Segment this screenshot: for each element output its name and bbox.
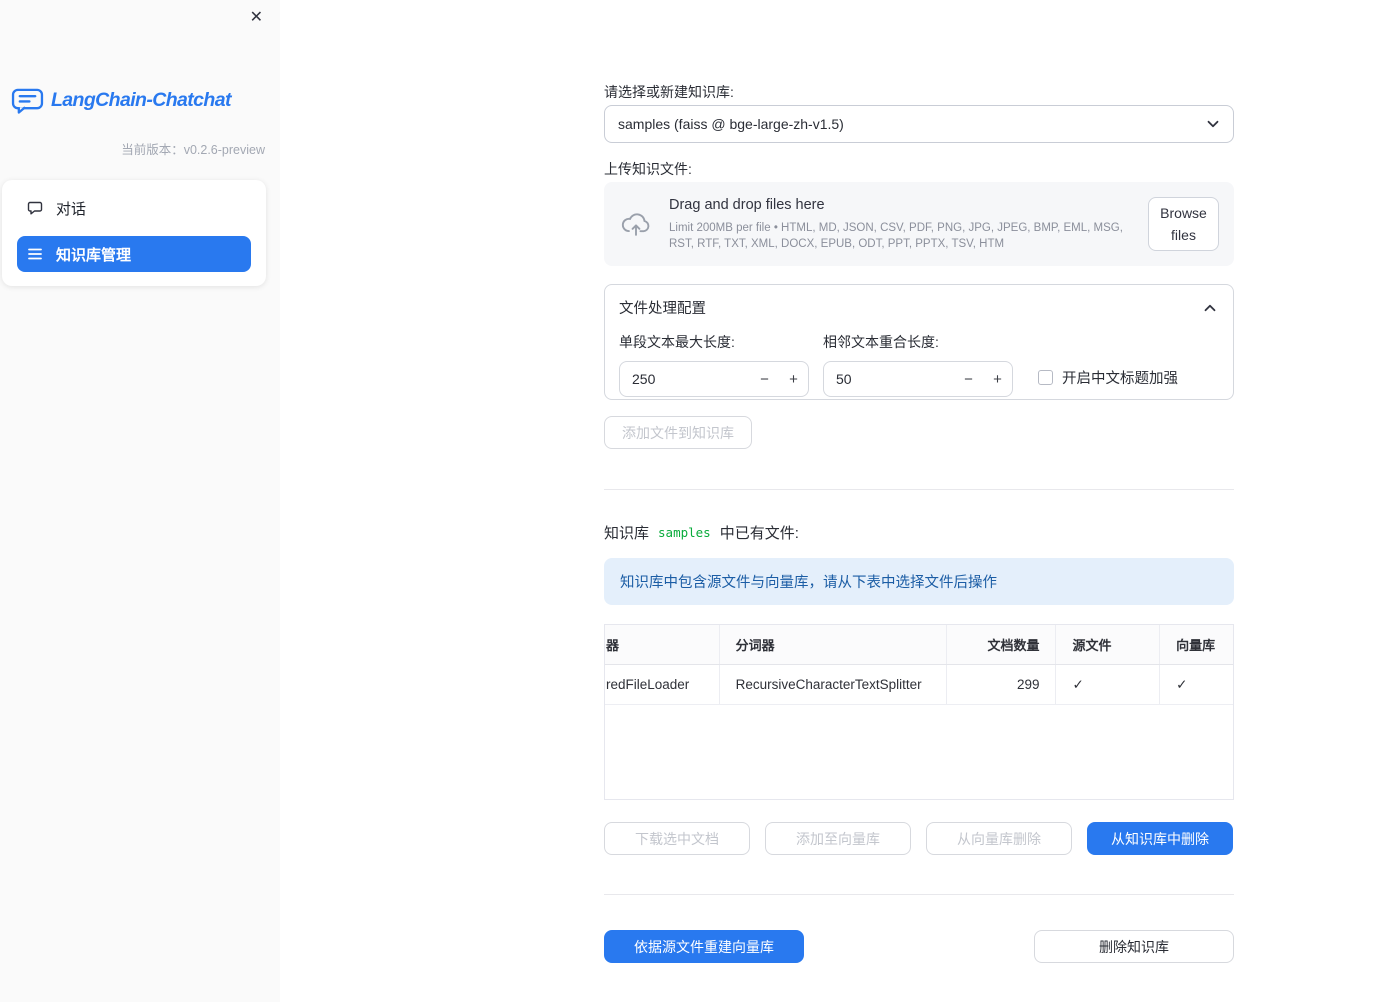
decrement-button[interactable]: − xyxy=(954,362,983,396)
file-config-expander: 文件处理配置 单段文本最大长度: 250 − + 相邻文本重合长度: 50 − … xyxy=(604,284,1234,400)
download-selected-button[interactable]: 下载选中文档 xyxy=(604,822,750,855)
app-logo: LangChain-Chatchat xyxy=(11,87,231,114)
rebuild-vector-store-button[interactable]: 依据源文件重建向量库 xyxy=(604,930,804,963)
add-files-to-kb-button[interactable]: 添加文件到知识库 xyxy=(604,416,752,449)
divider xyxy=(604,894,1234,895)
sidebar-item-knowledge-base[interactable]: 知识库管理 xyxy=(17,236,251,272)
add-to-vector-store-button[interactable]: 添加至向量库 xyxy=(765,822,911,855)
sidebar-close-button[interactable]: ✕ xyxy=(247,7,266,29)
table-header-row: 器 分词器 文档数量 源文件 向量库 xyxy=(605,625,1233,665)
sidebar-menu: 对话 知识库管理 xyxy=(2,180,266,286)
logo-chat-icon xyxy=(11,87,44,114)
file-dropzone[interactable]: Drag and drop files here Limit 200MB per… xyxy=(604,182,1234,266)
chat-bubble-icon xyxy=(27,200,43,216)
cell-doc-count[interactable]: 299 xyxy=(947,665,1057,704)
table-row[interactable]: redFileLoader RecursiveCharacterTextSpli… xyxy=(605,665,1233,705)
app-logo-text: LangChain-Chatchat xyxy=(51,89,231,111)
sidebar-item-dialogue[interactable]: 对话 xyxy=(17,190,251,226)
chunk-size-stepper[interactable]: 250 − + xyxy=(619,361,809,397)
kb-select[interactable]: samples (faiss @ bge-large-zh-v1.5) xyxy=(604,105,1234,143)
overlap-size-value: 50 xyxy=(836,371,852,387)
kb-name-code: samples xyxy=(658,525,711,540)
sidebar-item-label: 知识库管理 xyxy=(56,246,132,264)
overlap-size-label: 相邻文本重合长度: xyxy=(823,334,939,350)
chevron-up-icon xyxy=(1201,299,1219,317)
checkbox-label: 开启中文标题加强 xyxy=(1062,371,1178,387)
column-header-doc-count[interactable]: 文档数量 xyxy=(947,625,1057,664)
dropzone-text: Drag and drop files here Limit 200MB per… xyxy=(669,197,1132,252)
version-label: 当前版本：v0.2.6-preview xyxy=(121,143,265,157)
expander-title: 文件处理配置 xyxy=(619,301,706,317)
column-header-source-file[interactable]: 源文件 xyxy=(1056,625,1161,664)
dropzone-limit-text: Limit 200MB per file • HTML, MD, JSON, C… xyxy=(669,221,1123,250)
list-icon xyxy=(27,246,43,262)
kb-select-value: samples (faiss @ bge-large-zh-v1.5) xyxy=(618,116,844,132)
increment-button[interactable]: + xyxy=(779,362,808,396)
chunk-size-value: 250 xyxy=(632,371,656,387)
cell-loader[interactable]: redFileLoader xyxy=(605,665,720,704)
file-action-buttons: 下载选中文档 添加至向量库 从向量库删除 从知识库中删除 xyxy=(604,822,1234,855)
kb-management-buttons: 依据源文件重建向量库 删除知识库 xyxy=(604,930,1234,963)
checkbox-unchecked[interactable] xyxy=(1038,370,1053,385)
overlap-size-stepper[interactable]: 50 − + xyxy=(823,361,1013,397)
kb-files-table[interactable]: 器 分词器 文档数量 源文件 向量库 redFileLoader Recursi… xyxy=(604,624,1234,800)
column-header-splitter[interactable]: 分词器 xyxy=(720,625,947,664)
dropzone-title: Drag and drop files here xyxy=(669,196,825,213)
delete-from-kb-button[interactable]: 从知识库中删除 xyxy=(1087,822,1233,855)
kb-files-heading: 知识库 samples 中已有文件: xyxy=(604,522,1234,543)
chevron-down-icon xyxy=(1204,115,1222,133)
kb-select-label: 请选择或新建知识库: xyxy=(604,84,734,100)
upload-label: 上传知识文件: xyxy=(604,161,692,177)
info-banner-text: 知识库中包含源文件与向量库，请从下表中选择文件后操作 xyxy=(620,575,997,591)
kb-files-suffix: 中已有文件: xyxy=(719,525,799,542)
cell-source-file-check[interactable]: ✓ xyxy=(1056,665,1161,704)
delete-kb-button[interactable]: 删除知识库 xyxy=(1034,930,1234,963)
expander-body: 单段文本最大长度: 250 − + 相邻文本重合长度: 50 − + 开启中文标… xyxy=(619,332,1219,397)
delete-from-vector-store-button[interactable]: 从向量库删除 xyxy=(926,822,1072,855)
zh-title-enhance-checkbox-group[interactable]: 开启中文标题加强 xyxy=(1038,367,1178,397)
sidebar: ✕ LangChain-Chatchat 当前版本：v0.2.6-preview xyxy=(0,0,280,1002)
main-content: 请选择或新建知识库: samples (faiss @ bge-large-zh… xyxy=(604,0,1234,963)
expander-header[interactable]: 文件处理配置 xyxy=(619,297,1219,318)
info-banner: 知识库中包含源文件与向量库，请从下表中选择文件后操作 xyxy=(604,558,1234,605)
decrement-button[interactable]: − xyxy=(750,362,779,396)
sidebar-item-label: 对话 xyxy=(56,200,87,218)
chunk-size-field: 单段文本最大长度: 250 − + xyxy=(619,332,809,397)
divider xyxy=(604,489,1234,490)
cloud-upload-icon xyxy=(619,210,653,238)
chunk-size-label: 单段文本最大长度: xyxy=(619,334,735,350)
cell-splitter[interactable]: RecursiveCharacterTextSplitter xyxy=(720,665,947,704)
column-header-vector-store[interactable]: 向量库 xyxy=(1160,625,1233,664)
column-header-loader[interactable]: 器 xyxy=(605,625,720,664)
app-window: ✕ LangChain-Chatchat 当前版本：v0.2.6-preview xyxy=(0,0,1380,1002)
increment-button[interactable]: + xyxy=(983,362,1012,396)
kb-files-prefix: 知识库 xyxy=(604,525,650,542)
browse-files-button[interactable]: Browse files xyxy=(1148,197,1219,251)
overlap-size-field: 相邻文本重合长度: 50 − + xyxy=(823,332,1013,397)
cell-vector-store-check[interactable]: ✓ xyxy=(1160,665,1233,704)
